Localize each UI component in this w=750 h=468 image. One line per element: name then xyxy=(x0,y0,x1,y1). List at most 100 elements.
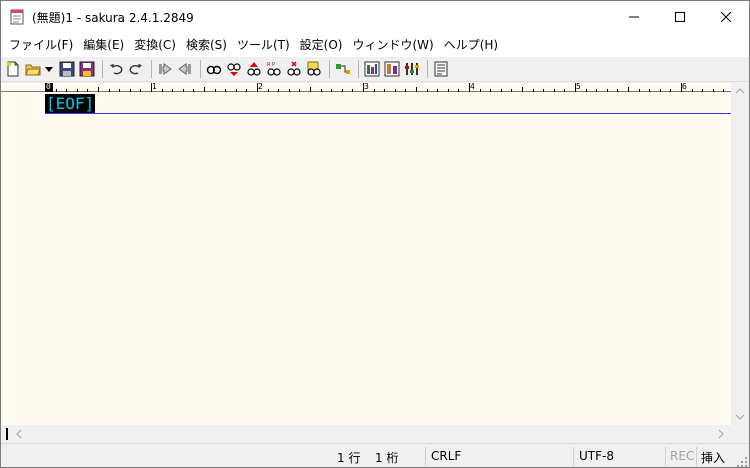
ruler-label: 6 xyxy=(682,82,687,91)
menu-file[interactable]: ファイル(F) xyxy=(4,34,78,56)
settings-button[interactable] xyxy=(403,60,421,78)
app-window: (無題)1 - sakura 2.4.1.2849 ファイル(F) 編集(E) … xyxy=(0,0,750,468)
close-button[interactable] xyxy=(703,1,749,33)
find-prev-icon xyxy=(227,63,241,76)
window-list-icon xyxy=(364,61,380,77)
document-view-icon xyxy=(434,61,448,77)
ruler-label: 5 xyxy=(576,82,581,91)
status-encoding[interactable]: UTF-8 xyxy=(579,449,614,463)
undo-button[interactable] xyxy=(107,60,125,78)
jump-forward-button[interactable] xyxy=(176,60,194,78)
menu-convert[interactable]: 変換(C) xyxy=(129,34,181,56)
svg-text:P: P xyxy=(272,62,275,68)
window-title: (無題)1 - sakura 2.4.1.2849 xyxy=(32,10,194,25)
status-line[interactable]: 1 行 xyxy=(337,449,360,466)
status-bar: 1 行 1 桁 CRLF UTF-8 REC 挿入 xyxy=(1,443,749,467)
app-icon xyxy=(9,9,25,25)
find-prev-button[interactable] xyxy=(225,60,243,78)
jump-back-button[interactable] xyxy=(156,60,174,78)
title-bar[interactable]: (無題)1 - sakura 2.4.1.2849 xyxy=(1,1,749,33)
jump-back-icon xyxy=(159,63,172,75)
document-view-button[interactable] xyxy=(432,60,450,78)
resize-grip-icon[interactable] xyxy=(737,457,747,467)
toolbar-separator xyxy=(102,60,103,78)
redo-button[interactable] xyxy=(127,60,145,78)
outline-button[interactable] xyxy=(334,60,352,78)
toolbar-separator xyxy=(329,60,330,78)
status-divider xyxy=(665,447,666,466)
ruler-label: 3 xyxy=(364,82,369,91)
compare-button[interactable] xyxy=(383,60,401,78)
save-icon xyxy=(59,61,75,77)
close-icon xyxy=(721,12,731,22)
jump-forward-icon xyxy=(178,63,191,75)
window-list-button[interactable] xyxy=(363,60,381,78)
minimize-icon xyxy=(629,16,639,18)
replace-button[interactable]: RP xyxy=(265,60,283,78)
find-icon xyxy=(206,65,222,75)
ruler: 0 1 2 3 4 5 6 xyxy=(1,82,731,92)
menu-settings[interactable]: 設定(O) xyxy=(295,34,348,56)
caret-underline xyxy=(45,113,731,114)
svg-text:R: R xyxy=(267,62,271,68)
status-column[interactable]: 1 桁 xyxy=(375,449,398,466)
toolbar-separator xyxy=(358,60,359,78)
save-all-icon xyxy=(79,61,95,77)
menu-window[interactable]: ウィンドウ(W) xyxy=(347,34,438,56)
splitter-handle[interactable] xyxy=(6,428,8,440)
compare-icon xyxy=(384,61,400,77)
scrollbar-corner xyxy=(731,425,749,443)
scroll-right-icon[interactable] xyxy=(713,425,729,443)
find-next-button[interactable] xyxy=(245,60,263,78)
scroll-down-icon[interactable] xyxy=(731,409,749,425)
menu-help[interactable]: ヘルプ(H) xyxy=(439,34,503,56)
scroll-left-icon[interactable] xyxy=(11,425,27,443)
menu-search[interactable]: 検索(S) xyxy=(181,34,232,56)
toolbar-separator xyxy=(200,60,201,78)
undo-icon xyxy=(110,64,123,75)
status-line-ending[interactable]: CRLF xyxy=(431,449,461,463)
open-folder-icon xyxy=(25,64,41,76)
clear-highlight-button[interactable] xyxy=(285,60,303,78)
toolbar-separator xyxy=(427,60,428,78)
replace-icon: RP xyxy=(267,62,281,76)
redo-icon xyxy=(129,64,142,75)
outline-icon xyxy=(336,64,350,74)
eof-marker: [EOF] xyxy=(45,94,96,113)
grep-icon xyxy=(307,61,321,76)
ruler-label: 4 xyxy=(470,82,475,91)
save-all-button[interactable] xyxy=(78,60,96,78)
menu-edit[interactable]: 編集(E) xyxy=(78,34,129,56)
ruler-label: 1 xyxy=(152,82,157,91)
clear-highlight-icon xyxy=(287,61,301,76)
vertical-scroll-track[interactable] xyxy=(733,99,747,409)
status-insert-mode[interactable]: 挿入 xyxy=(701,449,725,466)
chevron-down-icon xyxy=(45,66,53,72)
maximize-button[interactable] xyxy=(657,1,703,33)
status-divider xyxy=(425,447,426,466)
find-button[interactable] xyxy=(205,60,223,78)
settings-icon xyxy=(405,63,419,75)
save-button[interactable] xyxy=(58,60,76,78)
scroll-up-icon[interactable] xyxy=(731,83,749,99)
menu-bar: ファイル(F) 編集(E) 変換(C) 検索(S) ツール(T) 設定(O) ウ… xyxy=(1,33,749,57)
grep-button[interactable] xyxy=(305,60,323,78)
open-file-button[interactable] xyxy=(24,60,42,78)
status-divider xyxy=(573,447,574,466)
horizontal-scrollbar[interactable] xyxy=(1,425,731,443)
new-file-button[interactable] xyxy=(4,60,22,78)
toolbar: RP xyxy=(1,57,749,82)
open-dropdown-button[interactable] xyxy=(44,60,54,78)
find-next-icon xyxy=(247,62,261,76)
status-divider xyxy=(696,447,697,466)
status-rec[interactable]: REC xyxy=(670,449,694,463)
toolbar-separator xyxy=(151,60,152,78)
new-file-icon xyxy=(7,61,19,77)
maximize-icon xyxy=(675,12,685,22)
ruler-label: 2 xyxy=(258,82,263,91)
vertical-scrollbar[interactable] xyxy=(731,83,749,425)
text-editor[interactable]: 0 1 2 3 4 5 6 [EOF] xyxy=(1,82,731,425)
ruler-label: 0 xyxy=(46,82,51,91)
menu-tools[interactable]: ツール(T) xyxy=(232,34,295,56)
minimize-button[interactable] xyxy=(611,1,657,33)
